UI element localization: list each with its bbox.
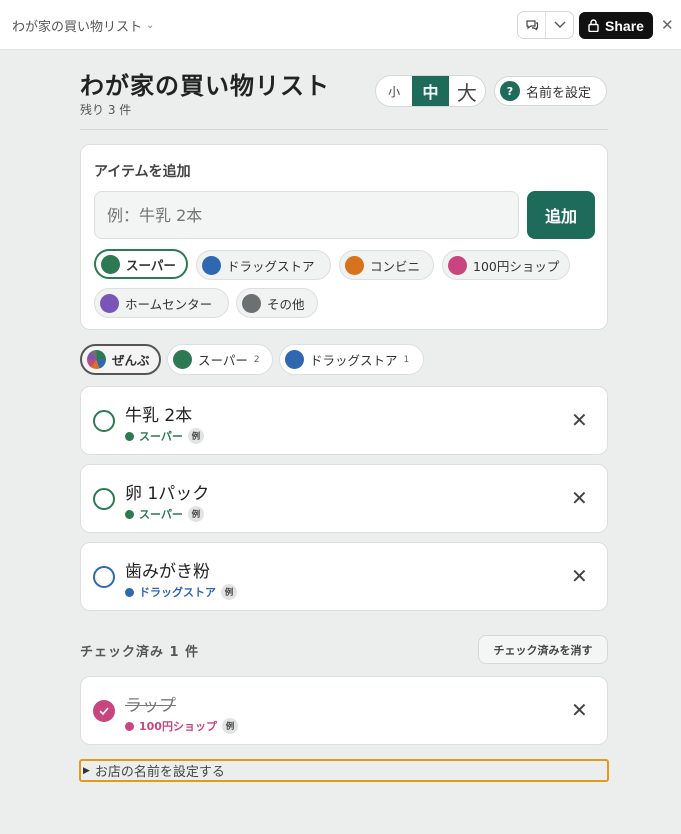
chat-icon: [525, 20, 538, 31]
delete-icon[interactable]: ✕: [571, 699, 588, 721]
store-chip-label: コンビニ: [370, 258, 421, 274]
lock-icon: [588, 19, 599, 32]
all-stores-icon: [87, 350, 106, 369]
example-badge: 例: [187, 506, 204, 522]
add-button[interactable]: 追加: [527, 191, 595, 239]
item-meta: スーパー 例: [125, 506, 204, 522]
store-color-dot: [202, 255, 221, 275]
chevron-down-icon: [554, 21, 565, 28]
list-item: 歯みがき粉 ドラッグストア 例 ✕: [80, 542, 608, 611]
store-color-dot: [125, 431, 134, 441]
dropdown-button[interactable]: [545, 12, 573, 38]
item-meta: 100円ショップ 例: [125, 718, 238, 734]
close-icon[interactable]: ✕: [661, 16, 674, 34]
chat-button[interactable]: [518, 12, 545, 38]
artifact-title-menu[interactable]: わが家の買い物リスト ⌄: [12, 16, 154, 35]
page-title: わが家の買い物リスト: [80, 72, 330, 100]
size-small-option[interactable]: 小: [376, 76, 412, 106]
share-label: Share: [605, 17, 644, 34]
disclosure-label: お店の名前を設定する: [94, 765, 225, 780]
store-color-dot: [125, 721, 134, 731]
filter-label: スーパー: [198, 353, 248, 368]
remaining-count: 残り 3 件: [80, 103, 132, 117]
set-name-label: 名前を設定: [526, 85, 592, 101]
chevron-down-icon: ⌄: [146, 20, 155, 31]
item-checkbox[interactable]: [93, 488, 115, 510]
add-item-input[interactable]: [94, 191, 519, 239]
store-chip-label: ドラッグストア: [227, 258, 315, 274]
store-color-dot: [125, 587, 134, 597]
size-large-option[interactable]: 大: [449, 76, 485, 106]
store-chip-super[interactable]: スーパー: [94, 249, 188, 279]
item-name: 卵 1パック: [125, 484, 210, 504]
top-bar: わが家の買い物リスト ⌄ Share ✕: [0, 0, 681, 50]
delete-icon[interactable]: ✕: [571, 565, 588, 587]
item-checkbox[interactable]: [93, 410, 115, 432]
item-name: ラップ: [125, 696, 176, 716]
filter-label: ぜんぶ: [112, 353, 150, 368]
list-item: 牛乳 2本 スーパー 例 ✕: [80, 386, 608, 455]
help-icon: ?: [500, 81, 520, 101]
filter-super[interactable]: スーパー 2: [167, 344, 273, 375]
text-size-toggle: 小 中 大: [375, 75, 486, 107]
filter-label: ドラッグストア: [310, 353, 398, 368]
clear-checked-button[interactable]: チェック済みを消す: [478, 635, 608, 664]
store-color-dot: [125, 509, 134, 519]
store-color-dot: [100, 293, 119, 313]
example-badge: 例: [187, 428, 204, 444]
store-chip-label: スーパー: [126, 257, 176, 273]
item-name: 歯みがき粉: [125, 562, 210, 582]
artifact-title: わが家の買い物リスト: [12, 20, 143, 35]
store-color-dot: [448, 255, 467, 275]
store-name-disclosure[interactable]: ▶ お店の名前を設定する: [79, 759, 609, 782]
store-color-dot: [101, 254, 120, 274]
divider: [80, 129, 608, 130]
size-medium-option[interactable]: 中: [412, 76, 449, 106]
store-chip-label: ホームセンター: [125, 296, 213, 312]
filter-all[interactable]: ぜんぶ: [80, 344, 161, 375]
list-item: 卵 1パック スーパー 例 ✕: [80, 464, 608, 533]
check-icon: [99, 707, 109, 715]
item-name: 牛乳 2本: [125, 406, 193, 426]
add-item-card: アイテムを追加 追加 スーパー ドラッグストア コンビニ 100円ショップ ホー…: [80, 144, 608, 330]
store-color-dot: [345, 255, 364, 275]
store-chip-100yen[interactable]: 100円ショップ: [442, 250, 570, 280]
add-item-heading: アイテムを追加: [94, 164, 191, 180]
store-chip-label: 100円ショップ: [473, 258, 560, 274]
store-chip-convenience[interactable]: コンビニ: [339, 250, 434, 280]
store-color-dot: [173, 350, 192, 369]
item-store: ドラッグストア: [139, 586, 216, 599]
store-chip-drugstore[interactable]: ドラッグストア: [196, 250, 331, 280]
store-chip-homecenter[interactable]: ホームセンター: [94, 288, 229, 318]
share-button[interactable]: Share: [579, 12, 653, 39]
store-chip-label: その他: [267, 296, 305, 312]
filter-drugstore[interactable]: ドラッグストア 1: [279, 344, 424, 375]
item-checkbox-checked[interactable]: [93, 700, 115, 722]
disclosure-triangle-icon: ▶: [83, 765, 90, 776]
item-store: スーパー: [139, 508, 183, 521]
checked-heading: チェック済み 1 件: [80, 645, 200, 660]
item-store: 100円ショップ: [139, 720, 217, 733]
delete-icon[interactable]: ✕: [571, 409, 588, 431]
item-checkbox[interactable]: [93, 566, 115, 588]
item-store: スーパー: [139, 430, 183, 443]
store-chip-other[interactable]: その他: [236, 288, 318, 318]
chat-button-group: [517, 11, 574, 39]
store-color-dot: [285, 350, 304, 369]
checked-list-item: ラップ 100円ショップ 例 ✕: [80, 676, 608, 745]
store-color-dot: [242, 293, 261, 313]
delete-icon[interactable]: ✕: [571, 487, 588, 509]
set-name-button[interactable]: ? 名前を設定: [494, 76, 607, 106]
item-meta: ドラッグストア 例: [125, 584, 237, 600]
example-badge: 例: [221, 584, 237, 600]
item-meta: スーパー 例: [125, 428, 204, 444]
filter-count: 1: [403, 354, 410, 365]
example-badge: 例: [221, 718, 238, 734]
filter-count: 2: [253, 354, 260, 365]
